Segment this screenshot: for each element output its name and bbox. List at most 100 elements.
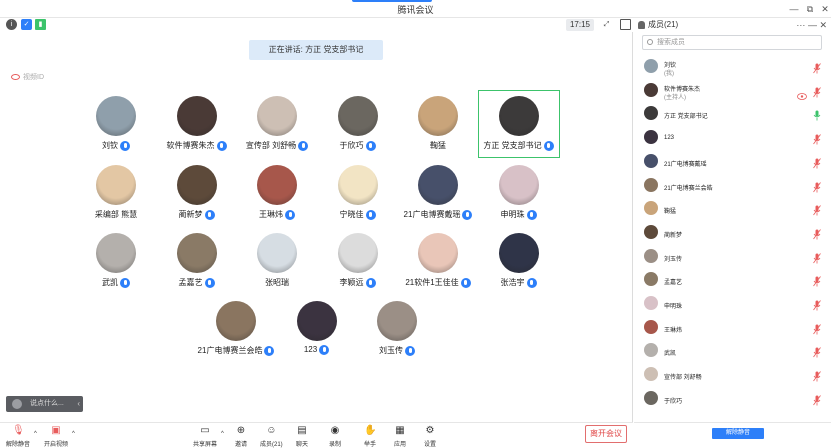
hand-icon: ✋ — [364, 425, 377, 436]
participant-tile[interactable]: 王琳炜 — [237, 160, 317, 226]
member-row[interactable]: 孟嘉艺 — [634, 269, 831, 291]
participant-tile[interactable]: 蔺新梦 — [157, 160, 237, 226]
signal-icon[interactable]: ▮ — [35, 19, 46, 30]
chat-input[interactable]: 说点什么... ‹ — [6, 396, 83, 412]
collapse-chat-icon[interactable]: ‹ — [77, 396, 80, 412]
participant-tile[interactable]: 鞠猛 — [398, 91, 478, 157]
eye-icon[interactable] — [797, 87, 807, 100]
minimize-panel-icon[interactable]: — — [808, 20, 817, 30]
chat-label: 聊天 — [296, 442, 309, 448]
member-row[interactable]: 武凯 — [634, 340, 831, 362]
audio-options-icon[interactable]: ^ — [34, 431, 37, 437]
meeting-window: 腾讯会议 — ⧉ ✕ i ✓ ▮ 17:15 ⤢ 视频ID 刘钦 软件博赛朱杰 宣传… — [0, 0, 831, 448]
participant-tile[interactable]: 方正 党支部书记 — [477, 90, 560, 158]
invite-button[interactable]: ⊕ 邀请 — [235, 425, 247, 448]
participant-tile[interactable]: 采编部 熊慧 — [76, 160, 156, 226]
more-icon[interactable]: ··· — [796, 20, 805, 30]
info-icon[interactable]: i — [6, 19, 17, 30]
video-button[interactable]: ▣ 开启视频 — [44, 425, 68, 448]
participant-name-text: 王琳炜 — [259, 210, 283, 219]
mic-off-icon[interactable] — [813, 345, 821, 358]
participant-name-text: 刘钦 — [102, 141, 118, 150]
apps-button[interactable]: ▦ 应用 — [394, 425, 406, 448]
participant-tile[interactable]: 孟嘉艺 — [157, 228, 237, 294]
member-search-input[interactable]: 搜索成员 — [642, 35, 822, 50]
shield-icon[interactable]: ✓ — [21, 19, 32, 30]
member-row[interactable]: 刘钦 (我) — [634, 56, 831, 78]
member-row[interactable]: 21广电博赛兰会皓 — [634, 175, 831, 197]
unmute-all-button[interactable]: 解除静音 — [712, 428, 764, 439]
mic-off-icon[interactable] — [813, 274, 821, 287]
mic-off-icon[interactable] — [813, 85, 821, 98]
participant-tile[interactable]: 123 — [277, 296, 357, 362]
members-button[interactable]: ☺ 成员(21) — [260, 425, 283, 448]
mic-icon[interactable] — [813, 108, 821, 121]
leave-meeting-button[interactable]: 离开会议 — [585, 425, 627, 443]
mic-off-icon[interactable] — [813, 61, 821, 74]
member-avatar — [644, 272, 658, 287]
mic-off-icon[interactable] — [813, 156, 821, 169]
member-row[interactable]: 鞠猛 — [634, 198, 831, 220]
member-row[interactable]: 宣传部 刘舒畅 — [634, 364, 831, 386]
member-row[interactable]: 123 — [634, 127, 831, 149]
participant-tile[interactable]: 刘钦 — [76, 91, 156, 157]
layout-icon[interactable] — [620, 19, 631, 30]
participant-tile[interactable]: 张浩宇 — [479, 228, 559, 294]
avatar — [498, 96, 539, 136]
video-options-icon[interactable]: ^ — [72, 431, 75, 437]
participant-tile[interactable]: 宣传部 刘舒畅 — [237, 91, 317, 157]
meeting-time: 17:15 — [566, 19, 594, 31]
member-row[interactable]: 申明珠 — [634, 293, 831, 315]
restore-button[interactable]: ⧉ — [803, 2, 817, 16]
chat-button[interactable]: ▤ 聊天 — [296, 425, 308, 448]
share-screen-button[interactable]: ▭ 共享屏幕 — [193, 425, 217, 448]
participant-tile[interactable]: 宁晓佳 — [318, 160, 398, 226]
member-role: (我) — [664, 71, 674, 77]
participant-tile[interactable]: 武凯 — [76, 228, 156, 294]
video-label: 开启视频 — [44, 442, 69, 448]
mic-off-icon[interactable] — [813, 298, 821, 311]
minimize-button[interactable]: — — [787, 2, 801, 16]
participant-tile[interactable]: 21广电博赛兰会皓 — [196, 296, 276, 362]
member-row[interactable]: 21广电博赛戴瑶 — [634, 151, 831, 173]
member-avatar — [644, 224, 658, 239]
unmute-label: 解除静音 — [6, 442, 31, 448]
participant-name-text: 21广电博赛兰会皓 — [197, 346, 263, 355]
participant-tile[interactable]: 张昭瑞 — [237, 228, 317, 294]
member-row[interactable]: 刘玉传 — [634, 246, 831, 268]
mic-off-icon[interactable] — [813, 132, 821, 145]
close-button[interactable]: ✕ — [818, 2, 831, 16]
member-name: 蔺新梦 — [664, 232, 683, 239]
mic-off-icon[interactable] — [813, 322, 821, 335]
member-row[interactable]: 软件博赛朱杰 (主持人) — [634, 80, 831, 102]
unmute-button[interactable]: 🎙 解除静音 — [6, 425, 30, 448]
participant-tile[interactable]: 申明珠 — [479, 160, 559, 226]
participant-tile[interactable]: 刘玉传 — [357, 296, 437, 362]
participant-name-text: 张浩宇 — [500, 278, 525, 287]
record-button[interactable]: ◉ 录制 — [329, 425, 341, 448]
close-panel-icon[interactable]: ✕ — [819, 20, 827, 30]
participant-tile[interactable]: 李颖远 — [318, 228, 398, 294]
mic-icon — [204, 277, 215, 288]
mic-off-icon[interactable] — [813, 369, 821, 382]
participant-tile[interactable]: 21软件1王佳佳 — [398, 228, 478, 294]
mic-off-icon[interactable] — [813, 251, 821, 264]
mic-off-icon[interactable] — [813, 180, 821, 192]
mic-icon — [285, 209, 295, 220]
settings-button[interactable]: ⚙ 设置 — [424, 425, 436, 448]
member-avatar — [644, 59, 658, 73]
raise-hand-button[interactable]: ✋ 举手 — [364, 425, 376, 448]
fullscreen-icon[interactable]: ⤢ — [601, 19, 612, 30]
member-row[interactable]: 于欣巧 — [634, 388, 831, 410]
share-options-icon[interactable]: ^ — [221, 431, 224, 437]
mic-off-icon[interactable] — [813, 227, 821, 240]
mic-off-icon[interactable] — [813, 203, 821, 216]
participant-name-text: 申明珠 — [500, 210, 525, 219]
member-row[interactable]: 蔺新梦 — [634, 222, 831, 244]
member-row[interactable]: 方正 党支部书记 — [634, 103, 831, 125]
participant-tile[interactable]: 21广电博赛戴瑶 — [398, 160, 478, 226]
participant-tile[interactable]: 软件博赛朱杰 — [157, 91, 237, 157]
mic-off-icon[interactable] — [813, 393, 821, 406]
member-row[interactable]: 王琳炜 — [634, 317, 831, 339]
participant-tile[interactable]: 于欣巧 — [318, 91, 398, 157]
